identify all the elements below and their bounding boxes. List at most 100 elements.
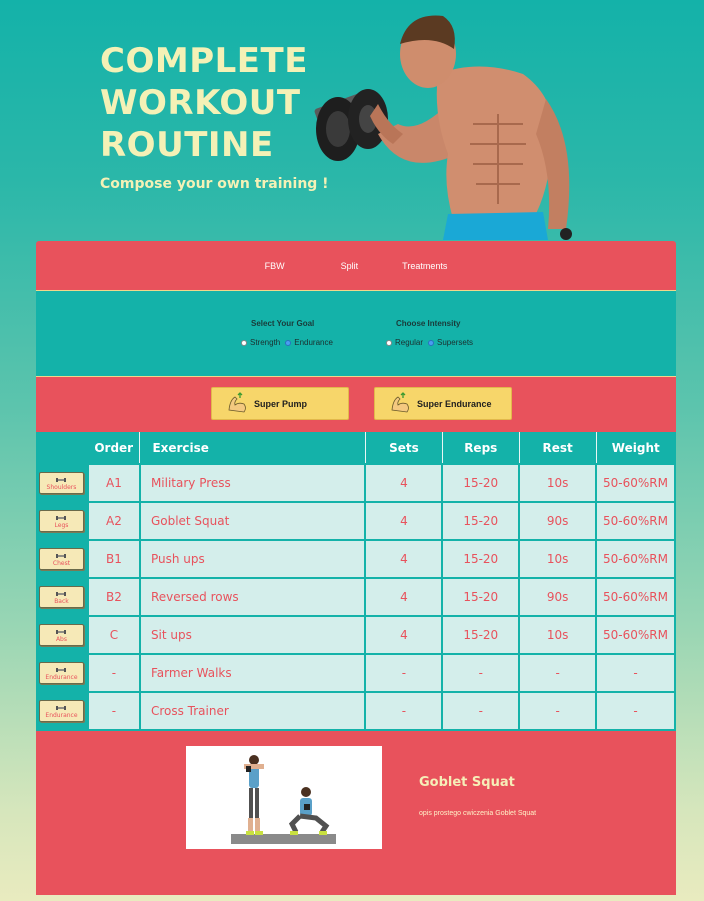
table-row[interactable]: Back B2 Reversed rows 4 15-20 90s 50-60%… [36, 577, 676, 617]
radio-supersets[interactable] [428, 339, 435, 346]
dumbbell-icon [56, 591, 67, 596]
muscle-tag-button[interactable]: Shoulders [38, 472, 84, 494]
cell-rest: 10s [518, 615, 598, 655]
cell-weight: - [595, 653, 676, 693]
muscle-tag-cell: Shoulders [36, 464, 88, 502]
cell-sets: 4 [364, 539, 444, 579]
hero-banner: COMPLETE WORKOUT ROUTINE Compose your ow… [0, 0, 704, 240]
super-endurance-label: Super Endurance [417, 398, 492, 409]
muscle-tag-button[interactable]: Abs [38, 624, 84, 646]
nav-item-split[interactable]: Split [341, 261, 359, 271]
goal-title: Select Your Goal [251, 319, 315, 328]
dumbbell-icon [56, 515, 67, 520]
radio-endurance[interactable] [285, 339, 292, 346]
muscle-tag-button[interactable]: Chest [38, 548, 84, 570]
table-row[interactable]: Shoulders A1 Military Press 4 15-20 10s … [36, 463, 676, 503]
header-order: Order [94, 440, 134, 455]
cell-rest: 90s [518, 577, 598, 617]
dumbbell-icon [56, 705, 67, 710]
cell-rest: - [518, 691, 598, 731]
dumbbell-icon [56, 477, 67, 482]
muscle-tag-cell: Endurance [36, 654, 88, 692]
cell-order: - [86, 691, 141, 731]
page-subtitle: Compose your own training ! [100, 176, 329, 192]
radio-regular[interactable] [386, 339, 392, 346]
cell-exercise[interactable]: Reversed rows [138, 577, 367, 617]
muscle-tag-cell: Chest [36, 540, 88, 578]
table-row[interactable]: Endurance - Farmer Walks - - - - [36, 653, 676, 693]
header-sets: Sets [364, 432, 443, 464]
radio-supersets-label: Supersets [437, 338, 474, 347]
flexed-arm-icon [391, 391, 409, 412]
header-reps: Reps [441, 432, 520, 464]
cell-exercise[interactable]: Sit ups [138, 615, 367, 655]
muscle-tag-label: Shoulders [46, 483, 77, 491]
cell-rest: - [518, 653, 598, 693]
table-header-row: Order Exercise Sets Reps Rest Weight [36, 432, 675, 464]
super-pump-button[interactable]: Super Pump [211, 387, 349, 420]
cell-exercise[interactable]: Farmer Walks [138, 653, 367, 693]
cell-order: A2 [86, 501, 141, 541]
flexed-arm-icon [228, 391, 246, 412]
muscle-tag-label: Legs [54, 521, 69, 529]
cell-sets: 4 [364, 577, 444, 617]
main-container: FBW Split Treatments Select Your Goal St… [36, 241, 676, 901]
cell-weight: 50-60%RM [595, 501, 676, 541]
intensity-selector: Choose Intensity Regular Supersets [386, 319, 473, 347]
intensity-title: Choose Intensity [396, 319, 461, 328]
cell-sets: - [364, 691, 444, 731]
cell-order: B2 [86, 577, 141, 617]
bodybuilder-image [314, 15, 572, 240]
dumbbell-icon [56, 553, 67, 558]
workout-table-body: Shoulders A1 Military Press 4 15-20 10s … [36, 463, 676, 731]
muscle-tag-button[interactable]: Endurance [38, 662, 84, 684]
detail-title: Goblet Squat [419, 775, 515, 790]
cell-reps: - [441, 691, 521, 731]
muscle-tag-cell: Back [36, 578, 88, 616]
preset-bar: Super Pump Super Endurance [36, 377, 676, 432]
header-tag [36, 432, 88, 464]
muscle-tag-button[interactable]: Endurance [38, 700, 84, 722]
cell-reps: 15-20 [441, 539, 521, 579]
workout-table: Order Exercise Sets Reps Rest Weight Sho… [36, 432, 676, 731]
dumbbell-icon [56, 667, 67, 672]
table-row[interactable]: Abs C Sit ups 4 15-20 10s 50-60%RM [36, 615, 676, 655]
muscle-tag-button[interactable]: Legs [38, 510, 84, 532]
table-row[interactable]: Legs A2 Goblet Squat 4 15-20 90s 50-60%R… [36, 501, 676, 541]
table-row[interactable]: Endurance - Cross Trainer - - - - [36, 691, 676, 731]
cell-exercise[interactable]: Goblet Squat [138, 501, 367, 541]
header-rest: Rest [518, 432, 597, 464]
cell-sets: 4 [364, 615, 444, 655]
cell-exercise[interactable]: Cross Trainer [138, 691, 367, 731]
table-row[interactable]: Chest B1 Push ups 4 15-20 10s 50-60%RM [36, 539, 676, 579]
detail-description: opis prostego cwiczenia Goblet Squat [419, 810, 537, 817]
cell-exercise[interactable]: Military Press [138, 463, 367, 503]
muscle-tag-label: Abs [55, 635, 67, 643]
nav-item-treatments[interactable]: Treatments [402, 261, 447, 271]
muscle-tag-label: Endurance [45, 711, 78, 719]
cell-weight: - [595, 691, 676, 731]
cell-exercise[interactable]: Push ups [138, 539, 367, 579]
cell-sets: 4 [364, 463, 444, 503]
muscle-tag-label: Back [54, 597, 69, 605]
cell-order: C [86, 615, 141, 655]
cell-order: A1 [86, 463, 141, 503]
muscle-tag-button[interactable]: Back [38, 586, 84, 608]
super-pump-label: Super Pump [254, 398, 308, 409]
muscle-tag-cell: Legs [36, 502, 88, 540]
radio-strength[interactable] [241, 339, 247, 346]
cell-rest: 10s [518, 463, 598, 503]
nav-item-fbw[interactable]: FBW [265, 261, 285, 271]
cell-weight: 50-60%RM [595, 577, 676, 617]
options-panel: Select Your Goal Strength Endurance Choo… [36, 291, 676, 377]
cell-sets: - [364, 653, 444, 693]
header-exercise: Exercise [139, 432, 366, 464]
page-title: COMPLETE WORKOUT ROUTINE [100, 41, 308, 165]
cell-rest: 10s [518, 539, 598, 579]
super-endurance-button[interactable]: Super Endurance [374, 387, 512, 420]
muscle-tag-cell: Endurance [36, 692, 88, 730]
cell-reps: 15-20 [441, 463, 521, 503]
muscle-tag-label: Chest [52, 559, 71, 567]
cell-weight: 50-60%RM [595, 615, 676, 655]
radio-regular-label: Regular [395, 338, 424, 347]
